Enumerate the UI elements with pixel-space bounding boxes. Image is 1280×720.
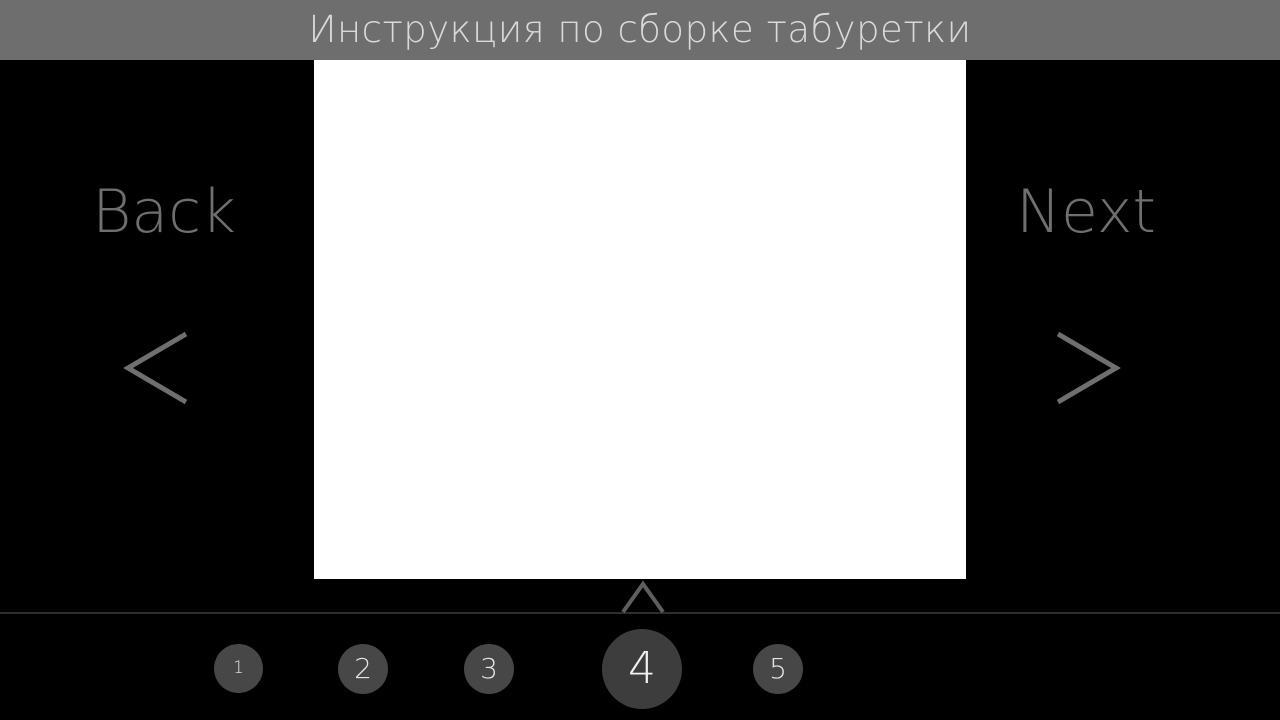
caret-up-icon: [620, 578, 666, 614]
page-button-2[interactable]: 2: [338, 644, 388, 694]
next-zone[interactable]: [966, 60, 1280, 612]
page-button-1[interactable]: 1: [214, 644, 263, 693]
instruction-image-area: [314, 60, 966, 579]
next-button[interactable]: Next: [966, 176, 1206, 248]
page-button-5[interactable]: 5: [753, 644, 803, 694]
back-button[interactable]: Back: [44, 176, 284, 248]
page-button-3[interactable]: 3: [464, 644, 514, 694]
page-button-4-active[interactable]: 4: [602, 629, 682, 709]
page-title: Инструкция по сборке табуретки: [308, 8, 972, 51]
instruction-viewer: Инструкция по сборке табуретки Back Next…: [0, 0, 1280, 720]
chevron-left-icon[interactable]: [122, 330, 192, 406]
title-bar: Инструкция по сборке табуретки: [0, 0, 1280, 60]
chevron-right-icon[interactable]: [1052, 330, 1122, 406]
